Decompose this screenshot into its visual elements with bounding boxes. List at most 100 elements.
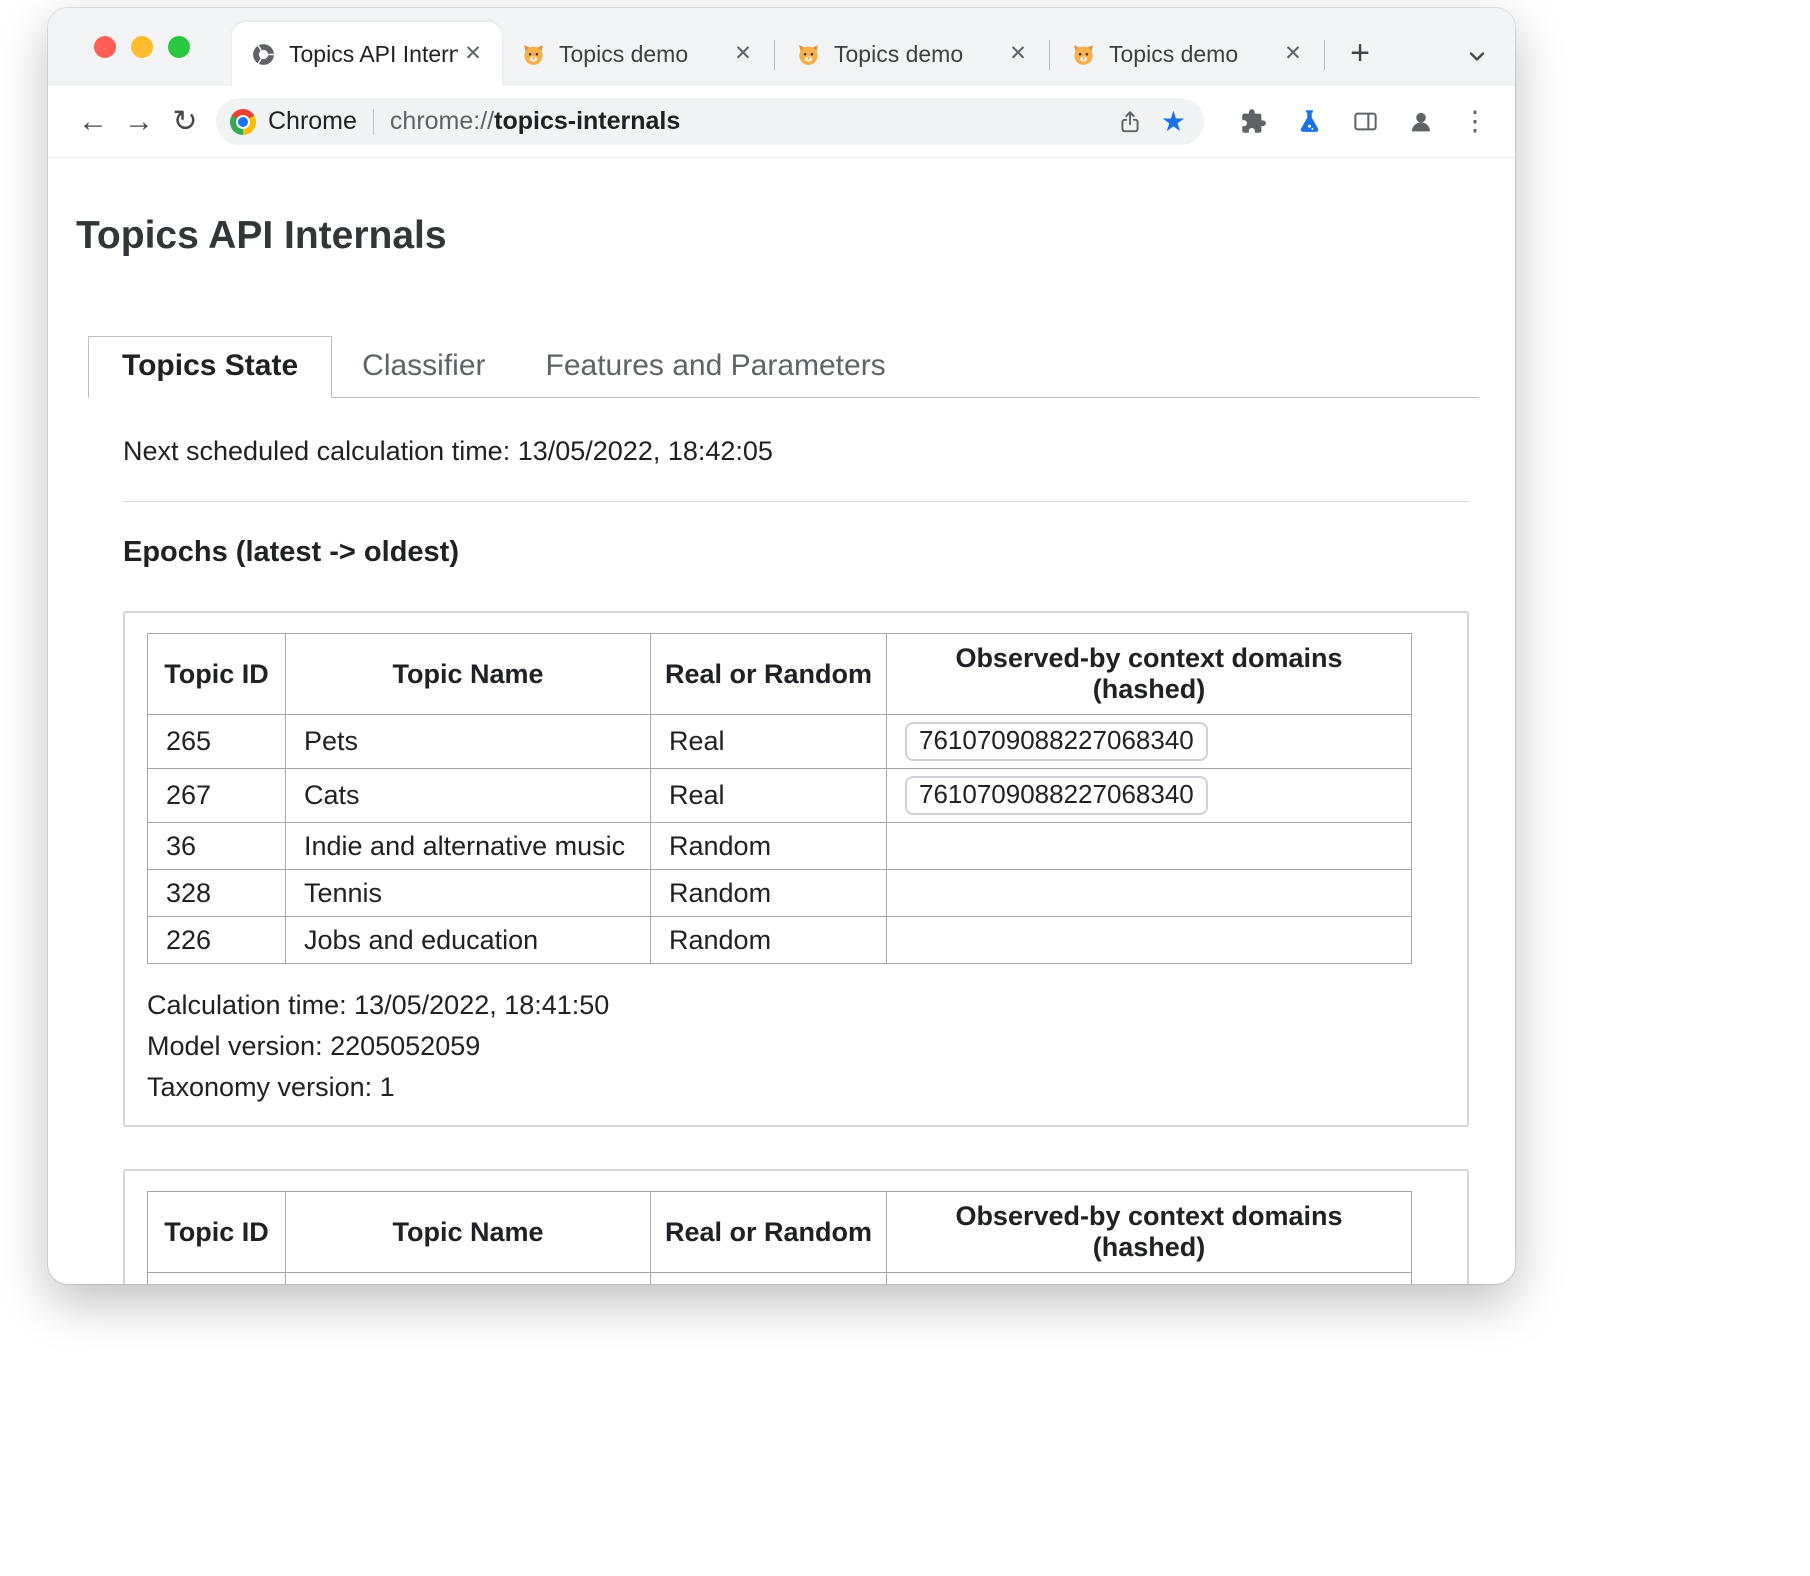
address-bar[interactable]: Chrome chrome://topics-internals ★ <box>216 98 1204 145</box>
topic-id-cell: 226 <box>148 917 286 964</box>
table-header-row: Topic ID Topic Name Real or Random Obser… <box>148 1192 1412 1273</box>
browser-window: Topics API Intern ✕ Topics demo ✕ <box>48 8 1515 1284</box>
topic-id-cell: 328 <box>148 870 286 917</box>
side-panel-icon[interactable] <box>1345 102 1385 142</box>
observed-by-cell: 7610709088227068340 <box>887 715 1412 769</box>
reload-button[interactable]: ↻ <box>162 99 208 145</box>
forward-button[interactable]: → <box>116 99 162 145</box>
taxonomy-version: Taxonomy version: 1 <box>147 1072 1445 1103</box>
observed-by-cell <box>887 870 1412 917</box>
tab-title: Topics API Intern <box>289 41 458 68</box>
share-icon[interactable] <box>1117 109 1143 135</box>
col-observed-by: Observed-by context domains (hashed) <box>887 1192 1412 1273</box>
toolbar-icons: ⋮ <box>1233 102 1493 142</box>
window-controls <box>48 36 232 86</box>
tab-title: Topics demo <box>834 41 1003 68</box>
page-content: Topics API Internals Topics State Classi… <box>48 214 1515 1284</box>
profile-avatar-icon[interactable] <box>1401 102 1441 142</box>
topic-id-cell: 123 <box>148 1273 286 1285</box>
topic-id-cell: 36 <box>148 823 286 870</box>
col-real-or-random: Real or Random <box>651 634 887 715</box>
minimize-window-button[interactable] <box>131 36 153 58</box>
topic-id-cell: 265 <box>148 715 286 769</box>
url-text: chrome://topics-internals <box>390 107 1099 136</box>
chrome-page-icon <box>250 41 276 67</box>
close-tab-icon[interactable]: ✕ <box>728 39 758 69</box>
real-or-random-cell: Real <box>651 769 887 823</box>
browser-menu-kebab-icon[interactable]: ⋮ <box>1457 106 1493 137</box>
chrome-logo-icon <box>230 109 256 135</box>
observed-by-cell <box>887 1273 1412 1285</box>
table-header-row: Topic ID Topic Name Real or Random Obser… <box>148 634 1412 715</box>
fullscreen-window-button[interactable] <box>168 36 190 58</box>
browser-tab-topics-demo-3[interactable]: Topics demo ✕ <box>1052 22 1322 86</box>
epochs-heading: Epochs (latest -> oldest) <box>123 536 1469 569</box>
bookmark-star-icon[interactable]: ★ <box>1161 108 1186 136</box>
table-row: 226 Jobs and education Random <box>148 917 1412 964</box>
tab-features-and-parameters[interactable]: Features and Parameters <box>516 337 916 397</box>
next-calculation-time: Next scheduled calculation time: 13/05/2… <box>123 436 1469 467</box>
col-observed-by: Observed-by context domains (hashed) <box>887 634 1412 715</box>
observed-by-cell <box>887 917 1412 964</box>
browser-tab-topics-internals[interactable]: Topics API Intern ✕ <box>232 22 502 86</box>
cat-icon <box>1070 41 1096 67</box>
new-tab-button[interactable]: + <box>1339 32 1381 74</box>
topic-name-cell: Printing and publishing <box>286 1273 651 1285</box>
topic-name-cell: Pets <box>286 715 651 769</box>
navigation-bar: ← → ↻ Chrome chrome://topics-internals ★ <box>48 86 1515 158</box>
col-real-or-random: Real or Random <box>651 1192 887 1273</box>
calculation-time: Calculation time: 13/05/2022, 18:41:50 <box>147 990 1445 1021</box>
table-row: 123 Printing and publishing Random <box>148 1273 1412 1285</box>
browser-tab-topics-demo-1[interactable]: Topics demo ✕ <box>502 22 772 86</box>
url-scheme: chrome:// <box>390 107 494 135</box>
tab-separator <box>1324 40 1325 70</box>
extensions-puzzle-icon[interactable] <box>1233 102 1273 142</box>
tab-classifier[interactable]: Classifier <box>332 337 515 397</box>
real-or-random-cell: Random <box>651 1273 887 1285</box>
tab-topics-state[interactable]: Topics State <box>88 336 332 398</box>
topic-name-cell: Cats <box>286 769 651 823</box>
tab-title: Topics demo <box>559 41 728 68</box>
table-row: 265 Pets Real 7610709088227068340 <box>148 715 1412 769</box>
model-version: Model version: 2205052059 <box>147 1031 1445 1062</box>
cat-icon <box>520 41 546 67</box>
page-tab-bar: Topics State Classifier Features and Par… <box>88 336 1479 398</box>
topics-state-panel: Next scheduled calculation time: 13/05/2… <box>76 398 1479 1284</box>
col-topic-name: Topic Name <box>286 634 651 715</box>
table-row: 36 Indie and alternative music Random <box>148 823 1412 870</box>
url-host: topics-internals <box>494 107 680 135</box>
epoch-card-latest: Topic ID Topic Name Real or Random Obser… <box>123 611 1469 1127</box>
real-or-random-cell: Random <box>651 823 887 870</box>
topic-name-cell: Jobs and education <box>286 917 651 964</box>
omnibox-divider <box>373 109 374 135</box>
col-topic-name: Topic Name <box>286 1192 651 1273</box>
close-window-button[interactable] <box>94 36 116 58</box>
hashed-domain-value: 7610709088227068340 <box>905 722 1208 761</box>
browser-tab-topics-demo-2[interactable]: Topics demo ✕ <box>777 22 1047 86</box>
labs-flask-icon[interactable] <box>1289 102 1329 142</box>
topic-name-cell: Tennis <box>286 870 651 917</box>
topic-name-cell: Indie and alternative music <box>286 823 651 870</box>
tab-title: Topics demo <box>1109 41 1278 68</box>
tab-separator <box>1049 40 1050 70</box>
tab-separator <box>774 40 775 70</box>
real-or-random-cell: Random <box>651 870 887 917</box>
epoch-card-older: Topic ID Topic Name Real or Random Obser… <box>123 1169 1469 1284</box>
col-topic-id: Topic ID <box>148 634 286 715</box>
site-name-label: Chrome <box>268 107 357 136</box>
observed-by-cell: 7610709088227068340 <box>887 769 1412 823</box>
close-tab-icon[interactable]: ✕ <box>1278 39 1308 69</box>
back-button[interactable]: ← <box>70 99 116 145</box>
epoch-topics-table: Topic ID Topic Name Real or Random Obser… <box>147 1191 1412 1284</box>
close-tab-icon[interactable]: ✕ <box>1003 39 1033 69</box>
close-tab-icon[interactable]: ✕ <box>458 39 488 69</box>
table-row: 328 Tennis Random <box>148 870 1412 917</box>
real-or-random-cell: Real <box>651 715 887 769</box>
tab-strip: Topics API Intern ✕ Topics demo ✕ <box>48 8 1515 86</box>
topic-id-cell: 267 <box>148 769 286 823</box>
table-row: 267 Cats Real 7610709088227068340 <box>148 769 1412 823</box>
cat-icon <box>795 41 821 67</box>
tab-search-chevron-icon[interactable] <box>1465 44 1489 68</box>
divider <box>123 501 1469 502</box>
hashed-domain-value: 7610709088227068340 <box>905 776 1208 815</box>
